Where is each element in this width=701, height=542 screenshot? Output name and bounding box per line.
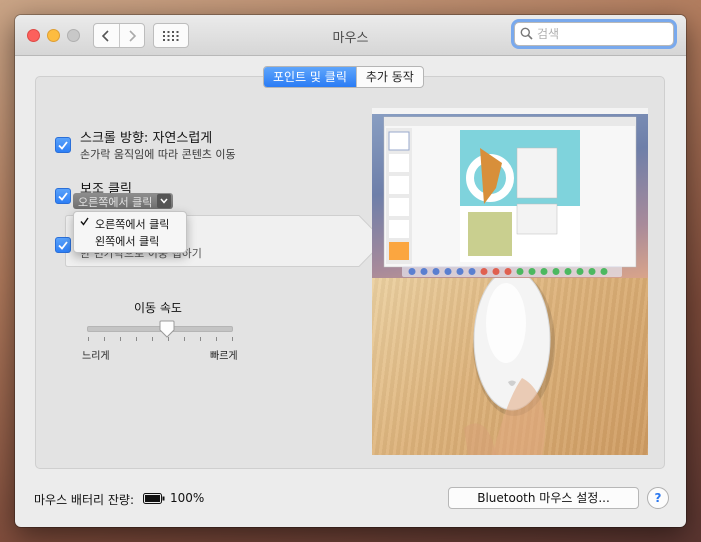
tracking-speed-max-label: 빠르게 — [210, 351, 238, 362]
battery-icon — [143, 493, 165, 504]
secondary-click-popup-label: 오른쪽에서 클릭 — [78, 196, 153, 209]
menu-item-left-click[interactable]: 왼쪽에서 클릭 — [74, 231, 186, 248]
slider-tick — [168, 337, 169, 341]
search-icon — [520, 27, 533, 40]
menu-item-right-click[interactable]: 오른쪽에서 클릭 — [74, 214, 186, 231]
tab-more-gestures[interactable]: 추가 동작 — [355, 67, 423, 87]
slider-tick — [184, 337, 185, 341]
menu-item-label: 왼쪽에서 클릭 — [95, 235, 160, 248]
secondary-click-checkbox[interactable] — [55, 188, 71, 204]
smart-zoom-checkbox[interactable] — [55, 237, 71, 253]
slider-tick — [200, 337, 201, 341]
slider-tick — [120, 337, 121, 341]
tracking-speed-title: 이동 속도 — [134, 301, 182, 315]
settings-panel: 스크롤 방향: 자연스럽게 손가락 움직임에 따라 콘텐츠 이동 보조 클릭 오… — [35, 76, 665, 469]
menu-item-label: 오른쪽에서 클릭 — [95, 218, 170, 231]
slider-tick — [232, 337, 233, 341]
chevron-down-icon — [157, 194, 171, 208]
search-input[interactable] — [537, 25, 667, 42]
slider-tick — [88, 337, 89, 341]
battery-label: 마우스 배터리 잔량: — [34, 493, 134, 507]
demo-screen-image — [372, 108, 648, 278]
preferences-window: 마우스 포인트 및 클릭 추가 동작 스크롤 방향: 자연스럽게 손가락 움직임… — [15, 15, 686, 527]
tab-bar: 포인트 및 클릭 추가 동작 — [263, 66, 424, 88]
gesture-demo-video — [372, 108, 648, 455]
bluetooth-mouse-setup-button[interactable]: Bluetooth 마우스 설정... — [448, 487, 639, 509]
search-field[interactable] — [514, 22, 674, 46]
slider-tick — [216, 337, 217, 341]
secondary-click-menu: 오른쪽에서 클릭 왼쪽에서 클릭 — [73, 211, 187, 253]
help-button[interactable]: ? — [647, 487, 669, 509]
scroll-direction-title: 스크롤 방향: 자연스럽게 — [80, 131, 213, 146]
tab-point-and-click[interactable]: 포인트 및 클릭 — [264, 67, 356, 87]
demo-mouse-image — [372, 269, 648, 455]
battery-percent: 100% — [170, 491, 205, 505]
scroll-direction-checkbox[interactable] — [55, 137, 71, 153]
slider-tick — [136, 337, 137, 341]
tracking-speed-min-label: 느리게 — [82, 351, 110, 362]
slider-tick — [104, 337, 105, 341]
secondary-click-popup[interactable]: 오른쪽에서 클릭 — [73, 193, 173, 209]
checkmark-icon — [80, 216, 89, 229]
scroll-direction-subtitle: 손가락 움직임에 따라 콘텐츠 이동 — [80, 148, 236, 161]
checkmark-icon — [58, 240, 68, 250]
titlebar: 마우스 — [15, 15, 686, 56]
checkmark-icon — [58, 140, 68, 150]
slider-tick — [152, 337, 153, 341]
tracking-speed-thumb[interactable] — [159, 320, 175, 338]
checkmark-icon — [58, 191, 68, 201]
